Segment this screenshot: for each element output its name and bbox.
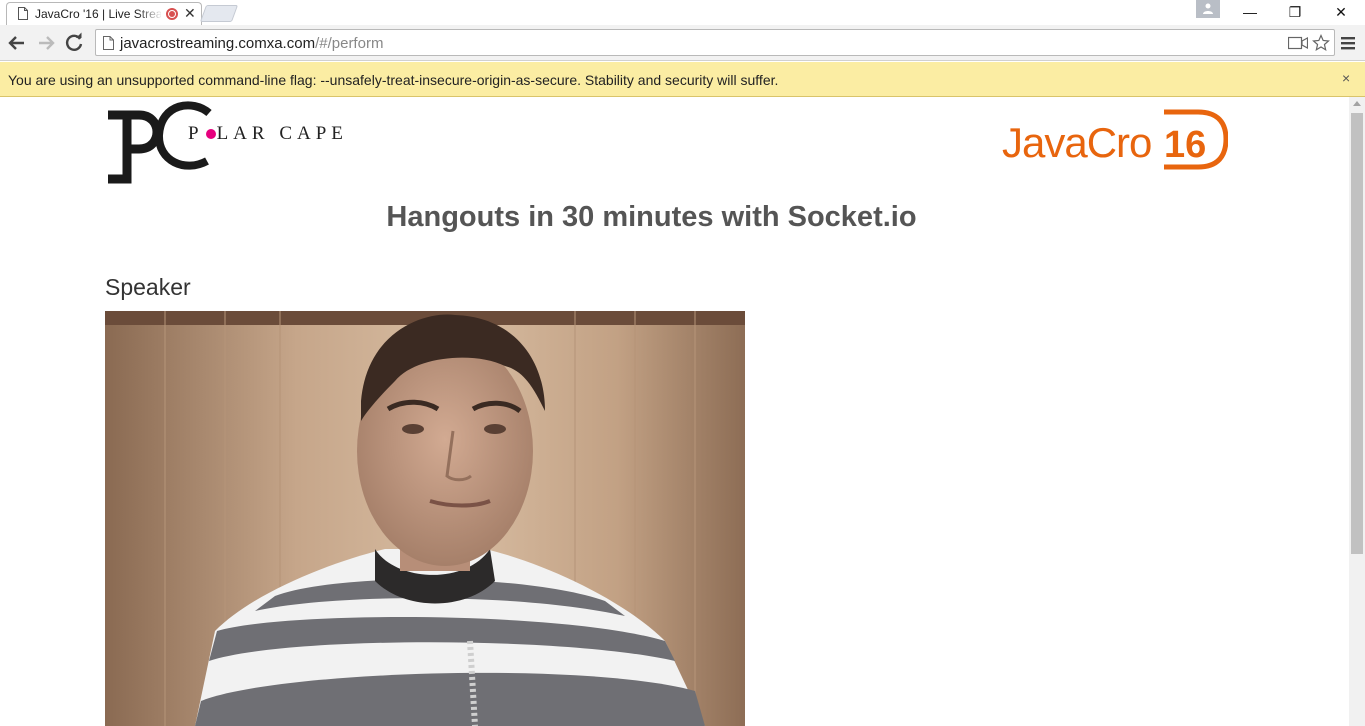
window-close-button[interactable]: ✕ xyxy=(1318,0,1364,25)
profile-icon xyxy=(1203,3,1213,14)
restore-button[interactable]: ❐ xyxy=(1272,0,1318,25)
javacro-wordmark: JavaCro xyxy=(1002,119,1152,166)
forward-arrow-icon[interactable] xyxy=(34,31,58,55)
pink-dot-icon xyxy=(205,129,216,140)
profile-button[interactable] xyxy=(1196,0,1220,18)
polar-cape-logo[interactable]: P LAR CAPE xyxy=(105,97,375,187)
record-icon xyxy=(166,8,178,20)
scrollbar-thumb[interactable] xyxy=(1351,113,1363,554)
speaker-heading: Speaker xyxy=(105,274,191,300)
scroll-up-arrow-icon[interactable] xyxy=(1353,101,1361,106)
javacro-year: 16 xyxy=(1164,124,1206,166)
page-scrollbar[interactable] xyxy=(1349,97,1365,726)
javacro-logo[interactable]: JavaCro 16 xyxy=(1002,109,1232,173)
menu-icon[interactable] xyxy=(1340,34,1356,52)
new-tab-button[interactable] xyxy=(199,5,239,22)
page-title: Hangouts in 30 minutes with Socket.io xyxy=(386,201,917,233)
javacro-year-badge: 16 xyxy=(1164,109,1228,170)
page-content: P LAR CAPE JavaCro 16 Hangouts in 30 minu… xyxy=(0,97,1349,726)
page-icon xyxy=(103,36,114,50)
polar-cape-wordmark: P LAR CAPE xyxy=(188,123,348,144)
close-icon[interactable]: ✕ xyxy=(184,5,196,21)
reload-icon[interactable] xyxy=(62,31,86,55)
speaker-video[interactable] xyxy=(105,311,745,726)
speaker-video-frame xyxy=(105,311,745,726)
infobar-close-button[interactable]: × xyxy=(1342,70,1350,86)
minimize-button[interactable]: — xyxy=(1227,0,1273,25)
infobar-message: You are using an unsupported command-lin… xyxy=(8,72,779,88)
tab-strip: JavaCro '16 | Live Stream ✕ — ❐ ✕ xyxy=(0,0,1365,25)
browser-toolbar: javacrostreaming.comxa.com/#/perform xyxy=(0,25,1365,61)
back-arrow-icon[interactable] xyxy=(5,31,29,55)
camera-icon[interactable] xyxy=(1288,36,1308,50)
warning-infobar: You are using an unsupported command-lin… xyxy=(0,62,1365,97)
url-text[interactable]: javacrostreaming.comxa.com/#/perform xyxy=(120,35,383,52)
address-bar[interactable]: javacrostreaming.comxa.com/#/perform xyxy=(95,29,1335,56)
page-icon xyxy=(18,7,28,20)
star-icon[interactable] xyxy=(1312,34,1330,52)
browser-tab[interactable]: JavaCro '16 | Live Stream ✕ xyxy=(6,2,202,25)
